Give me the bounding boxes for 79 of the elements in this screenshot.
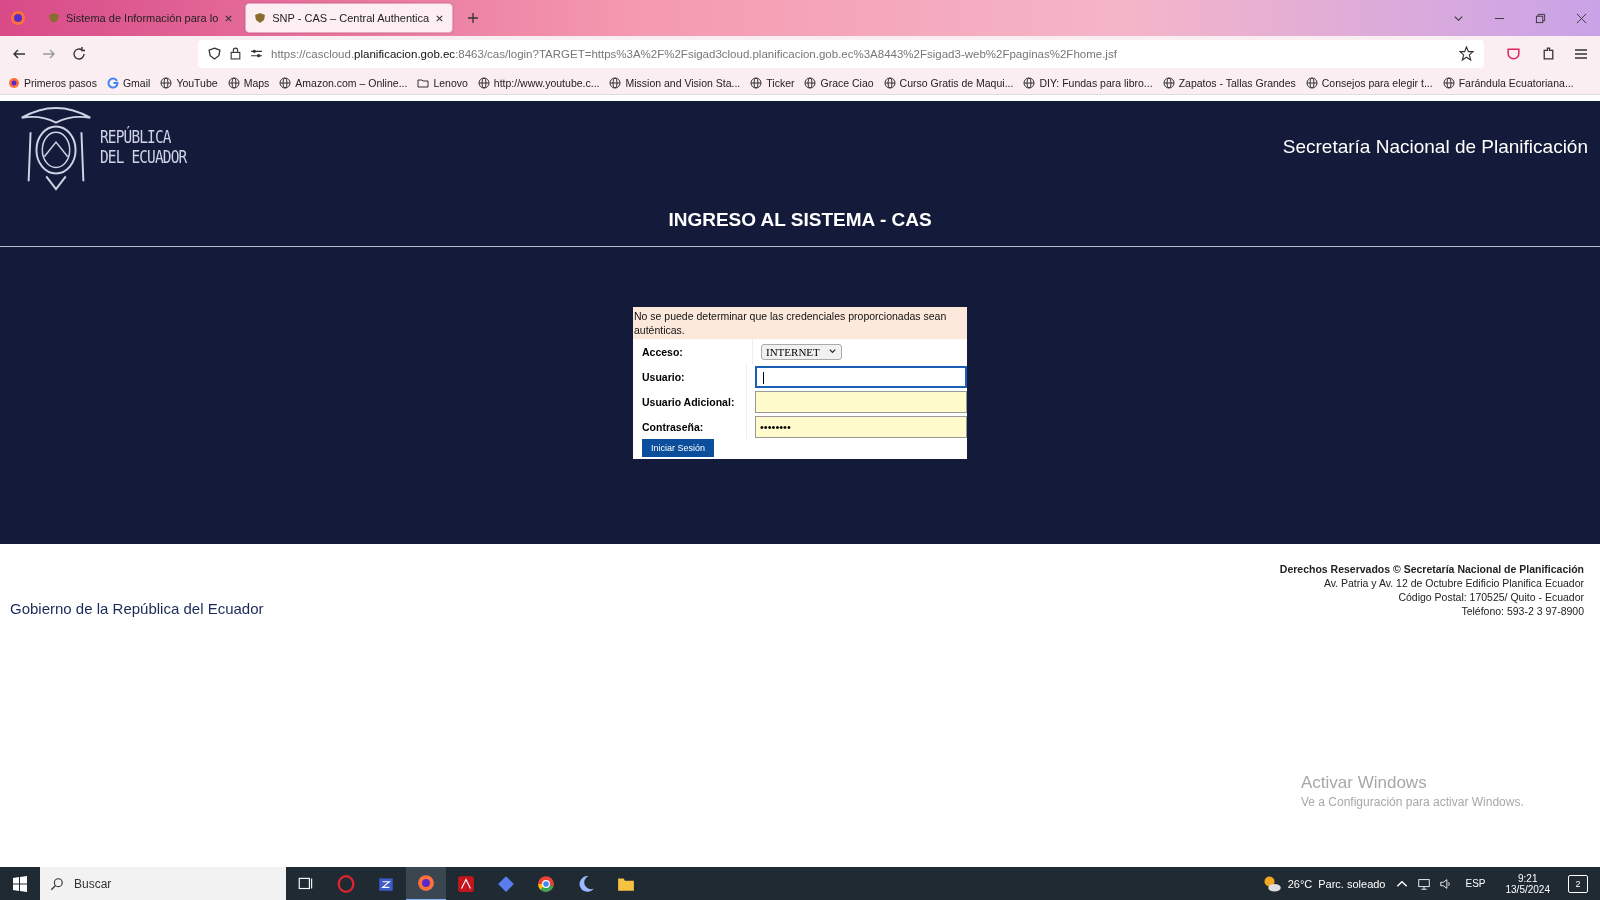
bookmark-item[interactable]: Farándula Ecuatoriana...	[1442, 76, 1574, 89]
restore-icon[interactable]	[1535, 12, 1546, 24]
search-box[interactable]: Buscar	[40, 867, 286, 900]
shield-icon	[208, 47, 221, 60]
activation-subtitle: Ve a Configuración para activar Windows.	[1301, 795, 1524, 809]
bookmark-item[interactable]: Ticker	[750, 76, 795, 89]
search-icon	[50, 876, 64, 891]
notifications-button[interactable]: 2	[1568, 874, 1588, 893]
bookmark-item[interactable]: Curso Gratis de Maqui...	[883, 76, 1014, 89]
bookmark-item[interactable]: Consejos para elegir t...	[1305, 76, 1433, 89]
close-icon[interactable]	[1576, 12, 1587, 24]
government-name: Gobierno de la República del Ecuador	[10, 600, 264, 617]
field-label: Usuario:	[633, 364, 747, 389]
globe-icon	[227, 76, 240, 89]
bookmark-item[interactable]: Mission and Vision Sta...	[609, 76, 741, 89]
browser-tab[interactable]: SNP - CAS – Central Authentica	[245, 3, 454, 33]
globe-icon	[477, 76, 490, 89]
agency-name: Secretaría Nacional de Planificación	[1282, 136, 1588, 158]
bookmark-item[interactable]: Grace Ciao	[804, 76, 874, 89]
logo-text: DEL ECUADOR	[100, 147, 187, 167]
clock[interactable]: 9:21 13/5/2024	[1505, 872, 1550, 895]
windows-start-icon[interactable]	[12, 875, 28, 892]
bookmark-item[interactable]: Gmail	[106, 76, 151, 89]
browser-tab[interactable]: Sistema de Información para lo	[40, 4, 242, 32]
login-button[interactable]: Iniciar Sesión	[642, 439, 715, 457]
url-text: https://cascloud.planificacion.gob.ec:8463/cas/login?TARGET=https%3A%2F%2Fsigad3cloud.planificacion.gob.ec%3A8443%2Fsigad3-web%2Fpaginas%2Fhome.jsf	[271, 47, 1118, 60]
network-icon[interactable]	[1417, 876, 1432, 891]
google-icon	[106, 76, 119, 89]
shield-icon	[48, 12, 60, 24]
field-label: Acceso:	[633, 339, 753, 364]
reload-icon[interactable]	[71, 45, 87, 62]
tab-title: SNP - CAS – Central Authentica	[272, 12, 430, 24]
bookmark-item[interactable]: DIY: Fundas para libro...	[1023, 76, 1153, 89]
page-title: INGRESO AL SISTEMA - CAS	[667, 209, 933, 231]
folder-icon	[417, 76, 430, 89]
bookmark-item[interactable]: Zapatos - Tallas Grandes	[1162, 76, 1296, 89]
password-field[interactable]: ••••••••	[755, 415, 967, 438]
globe-icon	[750, 76, 763, 89]
address-line: Código Postal: 170525/ Quito - Ecuador	[1398, 590, 1584, 604]
shield-icon	[254, 12, 267, 24]
weather-text[interactable]: Parc. soleado	[1318, 877, 1386, 890]
caret-icon	[827, 347, 837, 356]
star-icon[interactable]	[1459, 46, 1474, 61]
logo-text: REPÚBLICA	[100, 127, 172, 147]
bookmark-item[interactable]: Maps	[227, 76, 270, 89]
address-bar[interactable]: https://cascloud.planificacion.gob.ec:8463/cas/login?TARGET=https%3A%2F%2Fsigad3cloud.planificacion.gob.ec%3A8443%2Fsigad3-web%2Fpaginas%2Fhome.jsf	[198, 39, 1484, 68]
globe-icon	[883, 76, 896, 89]
text-cursor	[763, 371, 764, 384]
globe-icon	[160, 76, 173, 89]
globe-icon	[1162, 76, 1175, 89]
globe-icon	[804, 76, 817, 89]
address-line: Av. Patria y Av. 12 de Octubre Edificio Planifica Ecuador	[1323, 576, 1584, 590]
field-label: Usuario Adicional:	[633, 389, 747, 414]
globe-icon	[1305, 76, 1318, 89]
sliders-icon	[250, 47, 263, 60]
bookmark-item[interactable]: Lenovo	[417, 76, 468, 89]
temperature[interactable]: 26°C	[1287, 877, 1313, 890]
firefox-icon[interactable]	[406, 866, 446, 900]
language-indicator[interactable]: ESP	[1465, 878, 1486, 889]
bookmark-item[interactable]: http://www.youtube.c...	[477, 76, 600, 89]
error-message: No se puede determinar que las credenciales proporcionadas sean auténticas.	[633, 307, 967, 339]
input-field[interactable]	[755, 365, 967, 388]
plus-icon[interactable]	[467, 12, 480, 24]
close-icon[interactable]	[435, 13, 445, 23]
globe-icon	[1023, 76, 1036, 89]
bookmark-item[interactable]: Amazon.com – Online...	[279, 76, 408, 89]
activation-title: Activar Windows	[1301, 773, 1428, 793]
tab-title: Sistema de Información para lo	[66, 12, 219, 24]
address-line: Teléfono: 593-2 3 97-8900	[1461, 604, 1584, 618]
lock-icon	[229, 47, 242, 60]
globe-icon	[279, 76, 292, 89]
globe-icon	[1442, 76, 1455, 89]
firefox-icon	[8, 76, 20, 89]
input-field[interactable]	[755, 390, 967, 413]
copyright-text: Derechos Reservados © Secretaría Nacional de Planificación	[1279, 562, 1584, 576]
bookmark-item[interactable]: YouTube	[160, 76, 218, 89]
globe-icon	[609, 76, 622, 89]
bookmark-item[interactable]: Primeros pasos	[8, 76, 97, 89]
access-dropdown[interactable]: INTERNET	[761, 343, 842, 360]
